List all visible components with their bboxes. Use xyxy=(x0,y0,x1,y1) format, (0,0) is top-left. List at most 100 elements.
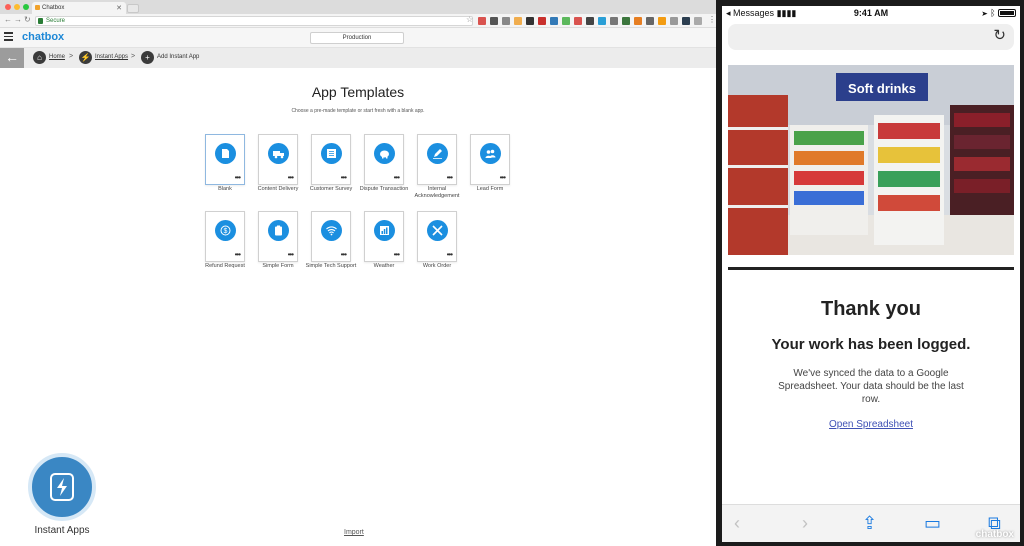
new-tab-button[interactable] xyxy=(127,4,139,13)
template-label: Lead Form xyxy=(476,186,504,192)
instant-app-icon[interactable]: ⚡ xyxy=(79,51,92,64)
bookmark-star-icon[interactable]: ☆ xyxy=(466,15,473,24)
work-logged-heading: Your work has been logged. xyxy=(771,336,971,353)
more-options-icon[interactable]: ••• xyxy=(341,251,347,259)
template-card-simple-form[interactable]: ••• xyxy=(258,211,298,262)
more-options-icon[interactable]: ••• xyxy=(394,251,400,259)
reload-icon[interactable]: ↻ xyxy=(24,15,31,24)
template-card-internal-acknowledgement[interactable]: ••• xyxy=(417,134,457,185)
truck-icon xyxy=(268,143,289,164)
template-label: Weather xyxy=(373,263,395,269)
extension-icon[interactable] xyxy=(538,17,546,25)
template-label: Dispute Transaction xyxy=(359,186,409,192)
extension-icon[interactable] xyxy=(502,17,510,25)
more-options-icon[interactable]: ••• xyxy=(235,174,241,182)
extension-icon[interactable] xyxy=(526,17,534,25)
maximize-window-button[interactable] xyxy=(23,4,29,10)
extension-icon[interactable] xyxy=(574,17,582,25)
template-label: Simple Form xyxy=(262,263,294,269)
back-icon[interactable]: ‹ xyxy=(734,513,740,534)
dollar-refund-icon: $ xyxy=(215,220,236,241)
url-secure-text: Secure xyxy=(46,18,66,24)
more-options-icon[interactable]: ••• xyxy=(288,251,294,259)
status-icons: ➤ ᛒ xyxy=(982,8,1016,18)
more-options-icon[interactable]: ••• xyxy=(500,174,506,182)
forward-icon[interactable]: › xyxy=(802,513,808,534)
close-tab-icon[interactable]: ✕ xyxy=(116,4,122,12)
page-title: App Templates xyxy=(311,84,405,100)
more-options-icon[interactable]: ••• xyxy=(341,174,347,182)
extension-icon[interactable] xyxy=(646,17,654,25)
more-options-icon[interactable]: ••• xyxy=(447,174,453,182)
bookmarks-icon[interactable]: ▭ xyxy=(924,513,941,534)
svg-text:$: $ xyxy=(224,228,228,235)
extension-icon[interactable] xyxy=(610,17,618,25)
extension-icon[interactable] xyxy=(694,17,702,25)
template-label: Refund Request xyxy=(205,263,245,269)
environment-selector[interactable]: Production xyxy=(310,32,404,44)
pencil-icon xyxy=(427,143,448,164)
template-card-dispute-transaction[interactable]: ••• xyxy=(364,134,404,185)
templates-page: App Templates Choose a pre-made template… xyxy=(0,68,716,546)
extension-icon[interactable] xyxy=(586,17,594,25)
reload-icon[interactable]: ↻ xyxy=(993,26,1006,44)
safari-address-bar[interactable]: ↻ xyxy=(728,24,1014,50)
extension-icon[interactable] xyxy=(634,17,642,25)
store-shelves-photo: Soft drinks xyxy=(728,65,1014,255)
more-options-icon[interactable]: ••• xyxy=(288,174,294,182)
favicon-icon xyxy=(35,5,40,10)
import-link[interactable]: Import xyxy=(344,529,364,536)
extension-icon[interactable] xyxy=(682,17,690,25)
template-card-simple-tech-support[interactable]: ••• xyxy=(311,211,351,262)
back-button[interactable]: ← xyxy=(0,48,24,68)
more-options-icon[interactable]: ••• xyxy=(447,251,453,259)
address-bar: ← → ↻ Secure ☆ ⋮ xyxy=(0,14,716,28)
url-field[interactable]: Secure xyxy=(35,16,473,26)
open-spreadsheet-link-text[interactable]: Open Spreadsheet xyxy=(829,419,913,430)
browser-tab[interactable]: Chatbox ✕ xyxy=(32,2,126,14)
template-card-work-order[interactable]: ••• xyxy=(417,211,457,262)
extension-icon[interactable] xyxy=(514,17,522,25)
template-card-weather[interactable]: ••• xyxy=(364,211,404,262)
extension-icon[interactable] xyxy=(490,17,498,25)
share-icon[interactable]: ⇪ xyxy=(862,513,877,534)
instant-apps-fab[interactable] xyxy=(28,453,96,521)
add-icon[interactable]: + xyxy=(141,51,154,64)
survey-list-icon xyxy=(321,143,342,164)
lightning-bolt-icon xyxy=(50,473,74,501)
breadcrumb-home-link[interactable]: Home xyxy=(49,54,65,60)
extension-icon[interactable] xyxy=(598,17,606,25)
more-options-icon[interactable]: ••• xyxy=(235,251,241,259)
more-options-icon[interactable]: ••• xyxy=(394,174,400,182)
close-window-button[interactable] xyxy=(5,4,11,10)
back-arrow-icon[interactable]: ← xyxy=(4,15,12,24)
status-time: 9:41 AM xyxy=(853,8,889,18)
breadcrumb-separator: > xyxy=(69,53,74,60)
location-icon: ➤ xyxy=(982,8,988,18)
soft-drinks-sign: Soft drinks xyxy=(848,81,916,96)
home-icon[interactable]: ⌂ xyxy=(33,51,46,64)
template-card-refund-request[interactable]: $ ••• xyxy=(205,211,245,262)
forward-arrow-icon[interactable]: → xyxy=(14,15,22,24)
phone-screen: ◂ Messages ▮▮▮▮ 9:41 AM ➤ ᛒ ↻ Soft drink… xyxy=(722,6,1020,542)
extension-icon[interactable] xyxy=(550,17,558,25)
template-card-lead-form[interactable]: ••• xyxy=(470,134,510,185)
status-bar: ◂ Messages ▮▮▮▮ 9:41 AM ➤ ᛒ xyxy=(722,6,1020,22)
extension-icon[interactable] xyxy=(622,17,630,25)
template-card-blank[interactable]: ••• xyxy=(205,134,245,185)
extension-icon[interactable] xyxy=(478,17,486,25)
instant-apps-label: Instant Apps xyxy=(34,525,90,536)
extension-icon[interactable] xyxy=(670,17,678,25)
extension-icon[interactable] xyxy=(658,17,666,25)
screen: Chatbox ✕ ← → ↻ Secure ☆ ⋮ chatbox Produ… xyxy=(0,0,1024,546)
browser-menu-icon[interactable]: ⋮ xyxy=(708,15,716,24)
breadcrumb-instant-apps-link[interactable]: Instant Apps xyxy=(95,54,128,60)
wifi-icon xyxy=(321,220,342,241)
minimize-window-button[interactable] xyxy=(14,4,20,10)
template-card-content-delivery[interactable]: ••• xyxy=(258,134,298,185)
breadcrumb: ← ⌂ Home > ⚡ Instant Apps > + Add Instan… xyxy=(0,48,716,68)
hamburger-menu-icon[interactable] xyxy=(4,32,13,41)
chatbox-logo[interactable]: chatbox xyxy=(22,31,64,43)
template-card-customer-survey[interactable]: ••• xyxy=(311,134,351,185)
extension-icon[interactable] xyxy=(562,17,570,25)
